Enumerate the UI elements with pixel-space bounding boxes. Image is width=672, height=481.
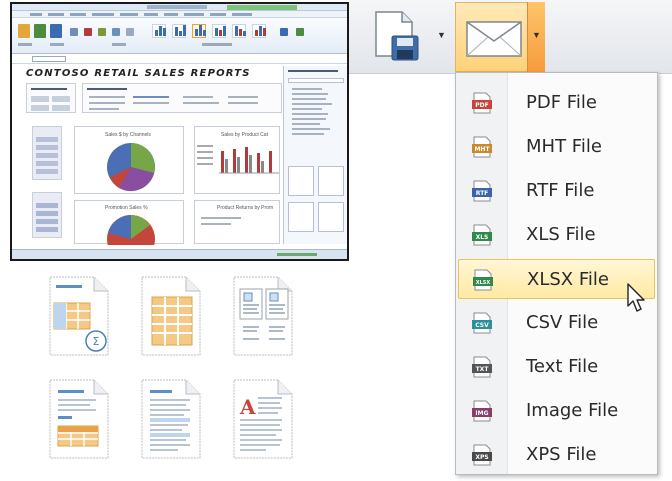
chart-title: Product Returns by Prom	[217, 205, 274, 211]
envelope-icon	[466, 21, 522, 57]
file-badge-text: TXT	[476, 366, 490, 373]
ribbon-tabs	[12, 11, 347, 18]
report-sheet: CONTOSO RETAIL SALES REPORTS Sales $ by …	[12, 66, 282, 245]
slicer-panel	[32, 126, 62, 180]
chart-title: Promotion Sales %	[105, 205, 148, 211]
menu-item-label: XLS File	[526, 224, 596, 245]
pdf-file-icon: PDF	[472, 92, 492, 114]
mht-file-icon: MHT	[472, 136, 492, 158]
export-format-menu: PDF PDF File MHT MHT File RTF RTF File X…	[455, 72, 658, 475]
chart-panel: Product Returns by Prom	[194, 200, 280, 244]
file-badge-text: RTF	[476, 190, 489, 197]
formula-bar	[12, 54, 347, 64]
chart-panel: Promotion Sales %	[74, 200, 184, 245]
menu-item-xps[interactable]: XPS XPS File	[458, 435, 655, 475]
csv-file-icon: CSV	[472, 312, 492, 334]
chevron-down-icon: ▼	[532, 30, 541, 40]
xps-file-icon: XPS	[472, 444, 492, 466]
menu-item-label: XPS File	[526, 444, 597, 465]
menu-item-label: Image File	[526, 400, 619, 421]
svg-text:A: A	[239, 395, 256, 419]
xlsx-file-icon: XLSX	[473, 269, 493, 291]
file-badge-text: MHT	[474, 146, 490, 153]
save-button[interactable]	[372, 10, 434, 64]
menu-item-pdf[interactable]: PDF PDF File	[458, 83, 655, 123]
email-dropdown-toggle[interactable]: ▼	[527, 2, 545, 72]
report-preview-screenshot: CONTOSO RETAIL SALES REPORTS Sales $ by …	[10, 2, 349, 261]
save-document-icon	[375, 11, 419, 61]
menu-item-xls[interactable]: XLS XLS File	[458, 215, 655, 255]
chart-title: Sales by Product Cat	[221, 132, 268, 138]
spreadsheet-sum-doc-icon: Σ	[49, 276, 109, 356]
rtf-file-icon: RTF	[472, 180, 492, 202]
pie-chart	[107, 143, 155, 192]
file-badge-text: IMG	[475, 410, 488, 417]
menu-item-mht[interactable]: MHT MHT File	[458, 127, 655, 167]
file-badge-text: XPS	[475, 454, 488, 461]
status-bar	[12, 249, 347, 259]
filter-panel	[26, 83, 76, 113]
menu-item-image[interactable]: IMG Image File	[458, 391, 655, 431]
ribbon-toolbar	[12, 18, 347, 54]
text-columns-doc-icon	[141, 379, 201, 459]
metrics-panel	[82, 83, 282, 113]
menu-item-label: MHT File	[526, 136, 602, 157]
field-list-pane	[283, 66, 347, 244]
file-badge-text: XLSX	[476, 280, 491, 286]
menu-item-label: RTF File	[526, 180, 595, 201]
chevron-down-icon[interactable]: ▼	[437, 30, 446, 40]
menu-item-rtf[interactable]: RTF RTF File	[458, 171, 655, 211]
chart-title: Sales $ by Channels	[105, 132, 151, 138]
menu-item-label: CSV File	[526, 312, 599, 333]
image-file-icon: IMG	[472, 400, 492, 422]
report-table-doc-icon	[49, 379, 109, 459]
pie-chart	[107, 215, 155, 245]
bar-chart	[197, 145, 279, 174]
file-badge-text: PDF	[475, 102, 488, 109]
text-file-icon: TXT	[472, 356, 492, 378]
letter-doc-icon: A	[233, 379, 293, 459]
menu-item-label: PDF File	[526, 92, 597, 113]
mouse-pointer-icon	[627, 283, 645, 312]
chart-panel: Sales by Product Cat	[194, 126, 280, 194]
file-badge-text: CSV	[475, 322, 489, 329]
grid-table-doc-icon	[141, 276, 201, 356]
menu-item-label: Text File	[526, 356, 599, 377]
menu-item-label: XLSX File	[527, 269, 609, 290]
menu-item-text[interactable]: TXT Text File	[458, 347, 655, 387]
slicer-panel	[32, 192, 62, 238]
labels-doc-icon	[233, 276, 293, 356]
window-titlebar	[12, 4, 347, 11]
report-title: CONTOSO RETAIL SALES REPORTS	[26, 68, 251, 79]
xls-file-icon: XLS	[472, 224, 492, 246]
file-badge-text: XLS	[476, 234, 489, 241]
svg-text:Σ: Σ	[93, 335, 100, 348]
chart-panel: Sales $ by Channels	[74, 126, 184, 194]
